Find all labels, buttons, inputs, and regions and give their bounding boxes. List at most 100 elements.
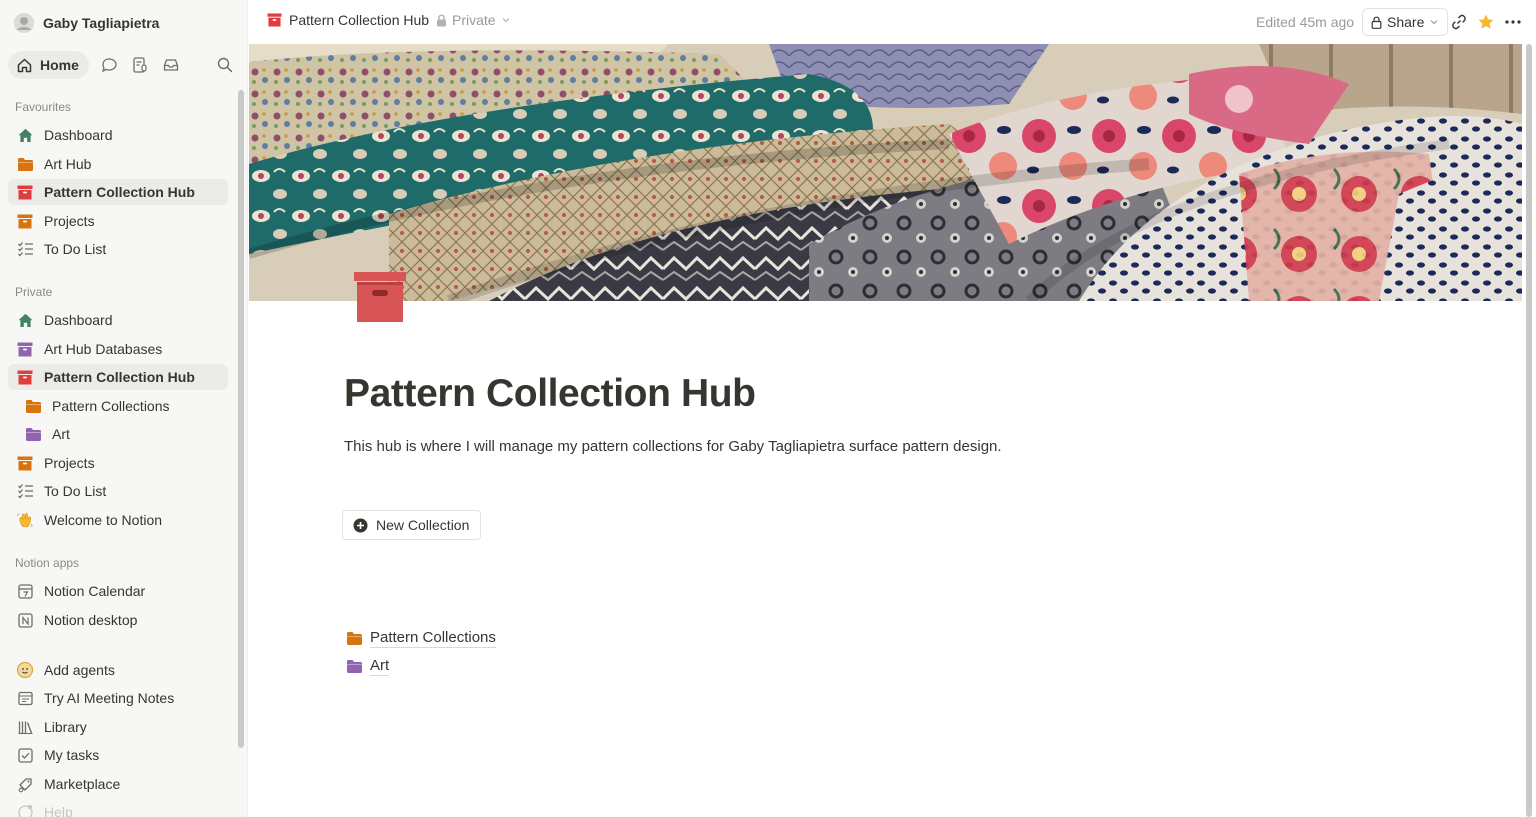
- share-label: Share: [1387, 14, 1425, 30]
- sidebar-item-art[interactable]: Art: [8, 421, 228, 447]
- folder-icon: [347, 659, 362, 673]
- home-label: Home: [40, 57, 79, 73]
- chat-icon[interactable]: [98, 54, 120, 76]
- sidebar-item-label: Welcome to Notion: [44, 512, 163, 528]
- archive-box-icon: [267, 13, 282, 27]
- star-icon[interactable]: [1476, 12, 1496, 32]
- sidebar-item-label: Pattern Collections: [52, 398, 170, 414]
- archive-box-icon: [16, 454, 34, 472]
- library-icon: [16, 718, 34, 736]
- sidebar-item-notion-calendar[interactable]: Notion Calendar: [8, 578, 228, 604]
- sidebar: Gaby Tagliapietra Home Favourites Dashbo…: [0, 0, 248, 817]
- sidebar-item-label: Projects: [44, 455, 95, 471]
- sidebar-item-projects-private[interactable]: Projects: [8, 450, 228, 476]
- home-button[interactable]: Home: [8, 51, 89, 79]
- page-header: Pattern Collection Hub Private Edited 45…: [249, 0, 1536, 44]
- folder-icon: [16, 155, 34, 173]
- sidebar-item-my-tasks[interactable]: My tasks: [8, 742, 228, 768]
- sidebar-item-label: Art Hub: [44, 156, 92, 172]
- home-icon: [17, 58, 32, 72]
- sidebar-toolbar: Home: [8, 51, 240, 79]
- new-collection-button[interactable]: New Collection: [342, 510, 482, 540]
- house-icon: [16, 126, 34, 144]
- sidebar-item-pattern-collection-hub[interactable]: Pattern Collection Hub: [8, 179, 228, 205]
- sidebar-item-label: Pattern Collection Hub: [44, 369, 195, 385]
- sidebar-item-label: My tasks: [44, 747, 100, 763]
- archive-box-icon: [16, 368, 34, 386]
- sidebar-item-pattern-collection-hub-private[interactable]: Pattern Collection Hub: [8, 364, 228, 390]
- page-title[interactable]: Pattern Collection Hub: [344, 372, 756, 416]
- sidebar-item-label: To Do List: [44, 483, 107, 499]
- folder-icon: [24, 425, 42, 443]
- sidebar-item-label: Try AI Meeting Notes: [44, 690, 175, 706]
- subpage-link-pattern-collections[interactable]: Pattern Collections: [346, 628, 496, 648]
- sidebar-item-try-ai-meeting-notes[interactable]: Try AI Meeting Notes: [8, 685, 228, 711]
- sidebar-item-label: Help: [44, 804, 73, 817]
- sidebar-item-label: Projects: [44, 213, 95, 229]
- sidebar-scrollbar[interactable]: [238, 90, 244, 748]
- sidebar-item-dashboard-private[interactable]: Dashboard: [8, 307, 228, 333]
- sidebar-item-marketplace[interactable]: Marketplace: [8, 771, 228, 797]
- search-icon[interactable]: [214, 54, 236, 76]
- edited-timestamp: Edited 45m ago: [1256, 14, 1355, 30]
- workspace-switcher[interactable]: Gaby Tagliapietra: [14, 11, 159, 35]
- cover-image[interactable]: [249, 44, 1522, 301]
- page-icon-archive-box[interactable]: [352, 270, 408, 326]
- section-label-private: Private: [15, 285, 53, 299]
- sidebar-item-label: Library: [44, 719, 87, 735]
- house-icon: [16, 311, 34, 329]
- sidebar-item-dashboard[interactable]: Dashboard: [8, 122, 228, 148]
- sidebar-item-art-hub[interactable]: Art Hub: [8, 151, 228, 177]
- sidebar-item-art-hub-databases[interactable]: Art Hub Databases: [8, 336, 228, 362]
- agent-face-icon: [16, 661, 34, 679]
- link-icon[interactable]: [1449, 12, 1469, 32]
- more-options-icon[interactable]: [1503, 12, 1523, 32]
- sidebar-item-to-do-list-private[interactable]: To Do List: [8, 478, 228, 504]
- section-label-favourites: Favourites: [15, 100, 72, 114]
- privacy-label: Private: [452, 12, 496, 28]
- sidebar-item-library[interactable]: Library: [8, 714, 228, 740]
- marketplace-icon: [16, 775, 34, 793]
- meeting-notes-icon[interactable]: [129, 54, 151, 76]
- subpage-link-art[interactable]: Art: [346, 656, 390, 676]
- privacy-selector[interactable]: Private: [436, 12, 511, 28]
- new-collection-label: New Collection: [376, 517, 470, 533]
- sidebar-item-label: Dashboard: [44, 127, 113, 143]
- chevron-down-icon: [502, 18, 510, 23]
- sidebar-item-label: Add agents: [44, 662, 115, 678]
- meeting-notes-icon: [16, 689, 34, 707]
- checkbox-icon: [16, 746, 34, 764]
- workspace-name: Gaby Tagliapietra: [43, 15, 160, 31]
- section-label-notion-apps: Notion apps: [15, 556, 80, 570]
- main-scrollbar[interactable]: [1526, 44, 1532, 817]
- inbox-icon[interactable]: [160, 54, 182, 76]
- sidebar-item-help[interactable]: Help: [8, 799, 228, 817]
- help-icon: [16, 803, 34, 817]
- sidebar-item-pattern-collections[interactable]: Pattern Collections: [8, 393, 228, 419]
- sidebar-item-label: Marketplace: [44, 776, 121, 792]
- archive-box-icon: [16, 340, 34, 358]
- workspace-avatar: [14, 13, 34, 33]
- subpage-label: Pattern Collections: [370, 629, 496, 648]
- notion-desktop-icon: [16, 611, 34, 629]
- sidebar-item-label: Dashboard: [44, 312, 113, 328]
- archive-box-icon: [16, 212, 34, 230]
- calendar-icon: [16, 582, 34, 600]
- sidebar-item-welcome-to-notion[interactable]: Welcome to Notion: [8, 507, 228, 533]
- lock-icon: [1371, 16, 1382, 29]
- checklist-icon: [16, 482, 34, 500]
- sidebar-item-to-do-list[interactable]: To Do List: [8, 236, 228, 262]
- subpage-label: Art: [370, 657, 390, 676]
- breadcrumb[interactable]: Pattern Collection Hub: [267, 12, 429, 28]
- sidebar-item-label: Notion desktop: [44, 612, 138, 628]
- page-description[interactable]: This hub is where I will manage my patte…: [344, 438, 1002, 455]
- sidebar-item-projects[interactable]: Projects: [8, 208, 228, 234]
- sidebar-item-label: Art Hub Databases: [44, 341, 163, 357]
- chevron-down-icon: [1430, 20, 1438, 25]
- sidebar-item-add-agents[interactable]: Add agents: [8, 657, 228, 683]
- lock-icon: [437, 13, 446, 26]
- sidebar-item-notion-desktop[interactable]: Notion desktop: [8, 607, 228, 633]
- share-button[interactable]: Share: [1362, 8, 1449, 36]
- plus-circle-icon: [353, 518, 368, 532]
- sidebar-item-label: Pattern Collection Hub: [44, 184, 195, 200]
